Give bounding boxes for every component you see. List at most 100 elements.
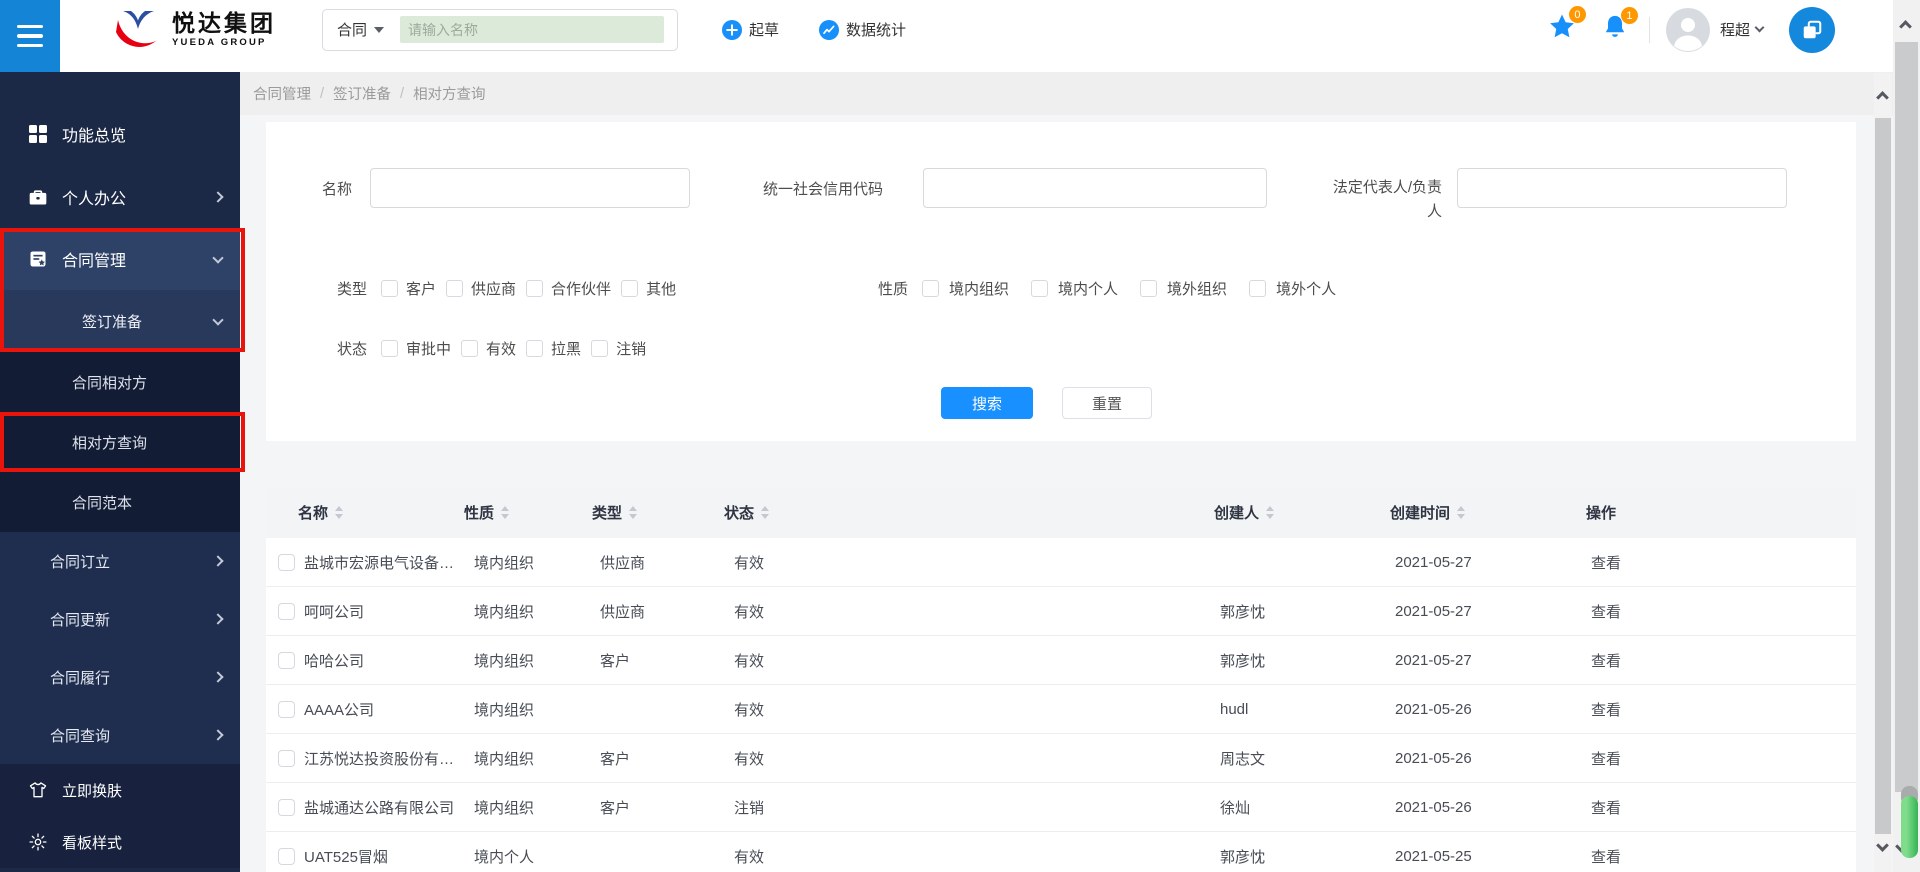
sidebar-item-contract-counterparty[interactable]: 合同相对方 (0, 352, 240, 412)
checkbox[interactable] (1249, 279, 1267, 297)
sort-icon[interactable] (1266, 506, 1275, 519)
filter-option[interactable]: 其他 (621, 278, 676, 299)
sidebar-item-personal-office[interactable]: 个人办公 (0, 165, 240, 228)
column-header[interactable]: 状态 (724, 502, 1214, 523)
sort-icon[interactable] (629, 506, 638, 519)
sort-icon[interactable] (501, 506, 510, 519)
checkbox[interactable] (381, 279, 399, 297)
cell-creator: 郭彦忱 (1220, 848, 1266, 866)
draft-label: 起草 (749, 22, 780, 39)
checkbox[interactable] (1031, 279, 1049, 297)
scroll-down-arrow-icon[interactable] (1876, 839, 1889, 852)
filter-option[interactable]: 供应商 (446, 278, 516, 299)
filter-option[interactable]: 注销 (591, 338, 646, 359)
sidebar-item-board-style[interactable]: 看板样式 (0, 816, 240, 868)
sort-icon[interactable] (335, 506, 344, 519)
legal-rep-field[interactable] (1457, 168, 1787, 208)
checkbox[interactable] (621, 279, 639, 297)
filter-option[interactable]: 客户 (381, 278, 436, 299)
view-link[interactable]: 查看 (1591, 653, 1621, 670)
menu-toggle-button[interactable] (0, 0, 60, 72)
search-input[interactable] (400, 16, 664, 43)
notifications-button[interactable]: 1 (1601, 7, 1638, 46)
page-scrollbar-thumb[interactable] (1895, 42, 1918, 792)
workspace-switcher-button[interactable] (1789, 6, 1835, 53)
user-avatar[interactable] (1665, 7, 1710, 52)
checkbox[interactable] (1140, 279, 1158, 297)
search-category-dropdown[interactable]: 合同 (337, 19, 385, 40)
checkbox[interactable] (526, 279, 544, 297)
checkbox[interactable] (591, 339, 609, 357)
filter-option[interactable]: 审批中 (381, 338, 451, 359)
sidebar-item-contract-conclusion[interactable]: 合同订立 (0, 532, 240, 590)
column-header[interactable]: 创建时间 (1390, 502, 1586, 523)
sidebar-item-contract-update[interactable]: 合同更新 (0, 590, 240, 648)
draft-button[interactable]: 起草 (722, 19, 779, 40)
name-field[interactable] (370, 168, 690, 208)
view-link[interactable]: 查看 (1591, 604, 1621, 621)
breadcrumb-item[interactable]: 相对方查询 (413, 83, 486, 104)
type-group-label: 类型 (337, 280, 368, 298)
statistics-button[interactable]: 数据统计 (819, 19, 906, 40)
checkbox[interactable] (526, 339, 544, 357)
row-checkbox[interactable] (278, 553, 295, 571)
column-header[interactable]: 性质 (464, 502, 592, 523)
filter-option[interactable]: 境内组织 (922, 278, 1009, 299)
content-scrollbar-thumb[interactable] (1875, 118, 1891, 834)
column-header[interactable]: 类型 (592, 502, 724, 523)
sort-icon[interactable] (761, 506, 770, 519)
page-scrollbar[interactable] (1893, 0, 1920, 872)
breadcrumb-item[interactable]: 合同管理 (253, 83, 311, 104)
sidebar-item-function-overview[interactable]: 功能总览 (0, 102, 240, 165)
filter-option[interactable]: 合作伙伴 (526, 278, 611, 299)
checkbox[interactable] (446, 279, 464, 297)
content-scrollbar[interactable] (1874, 73, 1892, 872)
cell-nature: 境内组织 (474, 701, 535, 719)
view-link[interactable]: 查看 (1591, 800, 1621, 817)
sidebar-item-contract-query[interactable]: 合同查询 (0, 706, 240, 764)
credit-code-field[interactable] (923, 168, 1267, 208)
view-link[interactable]: 查看 (1591, 849, 1621, 866)
grid-icon (28, 124, 48, 144)
user-menu[interactable]: 程超 (1720, 19, 1765, 40)
row-checkbox[interactable] (278, 651, 295, 669)
favorites-button[interactable]: 0 (1547, 6, 1586, 47)
sort-icon[interactable] (1457, 506, 1466, 519)
row-checkbox[interactable] (278, 847, 295, 865)
scroll-up-arrow-icon[interactable] (1876, 91, 1889, 104)
view-link[interactable]: 查看 (1591, 751, 1621, 768)
filter-option[interactable]: 境内个人 (1031, 278, 1118, 299)
sidebar-item-counterparty-query[interactable]: 相对方查询 (0, 412, 240, 472)
search-button[interactable]: 搜索 (941, 387, 1033, 419)
column-header[interactable]: 操作 (1586, 502, 1856, 523)
reset-button[interactable]: 重置 (1062, 387, 1152, 419)
header-divider (1648, 16, 1650, 43)
filter-option[interactable]: 拉黑 (526, 338, 581, 359)
checkbox[interactable] (461, 339, 479, 357)
row-checkbox[interactable] (278, 798, 295, 816)
cell-name: 呵呵公司 (304, 603, 365, 621)
column-header-label: 操作 (1586, 505, 1617, 522)
checkbox[interactable] (381, 339, 399, 357)
sidebar-item-contract-template[interactable]: 合同范本 (0, 472, 240, 532)
row-checkbox[interactable] (278, 700, 295, 718)
filter-option[interactable]: 境外组织 (1140, 278, 1227, 299)
column-header[interactable]: 创建人 (1214, 502, 1390, 523)
row-checkbox[interactable] (278, 749, 295, 767)
view-link[interactable]: 查看 (1591, 555, 1621, 572)
column-header[interactable]: 名称 (298, 502, 464, 523)
sidebar-item-signing-preparation[interactable]: 签订准备 (0, 290, 240, 352)
table-row: 盐城市宏源电气设备安装... 境内组织 供应商 有效 2021-05-27 查看 (266, 538, 1856, 587)
filter-option[interactable]: 有效 (461, 338, 516, 359)
sidebar-item-contract-management[interactable]: 合同管理 (0, 228, 240, 290)
sidebar-item-change-skin[interactable]: 立即换肤 (0, 764, 240, 816)
filter-option[interactable]: 境外个人 (1249, 278, 1336, 299)
row-checkbox[interactable] (278, 602, 295, 620)
checkbox[interactable] (922, 279, 940, 297)
view-link[interactable]: 查看 (1591, 702, 1621, 719)
scroll-up-arrow-icon[interactable] (1899, 20, 1912, 33)
checkbox-label: 审批中 (406, 340, 452, 358)
sidebar-item-contract-performance[interactable]: 合同履行 (0, 648, 240, 706)
breadcrumb-item[interactable]: 签订准备 (333, 83, 391, 104)
scroll-indicator[interactable] (1901, 796, 1918, 858)
